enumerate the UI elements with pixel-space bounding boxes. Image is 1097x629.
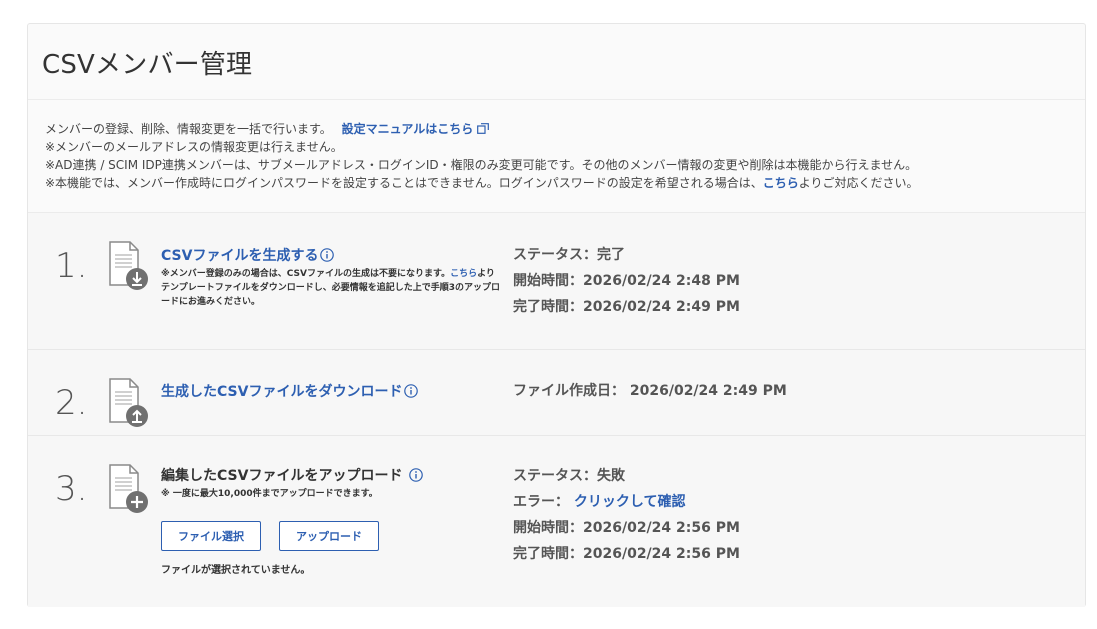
step-body: 生成したCSVファイルをダウンロード [161, 381, 501, 401]
intro-line-3: ※AD連携 / SCIM IDP連携メンバーは、サブメールアドレス・ログインID… [45, 158, 918, 172]
info-icon[interactable] [409, 468, 424, 482]
step-number: 2. [55, 383, 88, 423]
intro-line-1: メンバーの登録、削除、情報変更を一括で行います。 設定マニュアルはこちら [45, 120, 1085, 138]
step-1: 1. CSVファイルを生成する ※メンバー登録のみの場合は、CSVファイルの生成… [28, 213, 1085, 350]
error-line: エラー： クリックして確認 [513, 494, 686, 510]
start-time: 開始時間：2026/02/24 2:48 PM [513, 273, 740, 289]
step-3: 3. 編集したCSVファイルをアップロード ※ 一度に最大10,000件までアッ… [28, 436, 1085, 607]
step-body: CSVファイルを生成する ※メンバー登録のみの場合は、CSVファイルの生成は不要… [161, 245, 501, 309]
file-created-date: ファイル作成日： 2026/02/24 2:49 PM [513, 383, 787, 399]
step-2: 2. 生成したCSVファイルをダウンロード ファイル作成日： 2026/02/2… [28, 350, 1085, 436]
csv-member-panel: CSVメンバー管理 メンバーの登録、削除、情報変更を一括で行います。 設定マニュ… [27, 23, 1086, 607]
download-csv-link[interactable]: 生成したCSVファイルをダウンロード [161, 381, 501, 401]
panel-header: CSVメンバー管理 [28, 24, 1085, 100]
upload-limit-note: ※ 一度に最大10,000件までアップロードできます。 [161, 489, 378, 499]
upload-buttons: ファイル選択 アップロード [161, 521, 501, 551]
file-upload-icon [109, 378, 148, 427]
generate-csv-link[interactable]: CSVファイルを生成する [161, 245, 501, 265]
manual-link[interactable]: 設定マニュアルはこちら [342, 122, 490, 136]
step-number: 1. [55, 246, 88, 286]
intro-line-2: ※メンバーのメールアドレスの情報変更は行えません。 [45, 140, 343, 154]
intro-text: メンバーの登録、削除、情報変更を一括で行います。 設定マニュアルはこちら ※メン… [28, 100, 1085, 192]
upload-button[interactable]: アップロード [279, 521, 379, 551]
intro-line-4: ※本機能では、メンバー作成時にログインパスワードを設定することはできません。ログ… [45, 176, 919, 190]
file-status-text: ファイルが選択されていません。 [161, 565, 311, 576]
step-status: ステータス：失敗 エラー： クリックして確認 開始時間：2026/02/24 2… [513, 463, 740, 567]
upload-csv-title: 編集したCSVファイルをアップロード [161, 465, 501, 485]
step-body: 編集したCSVファイルをアップロード ※ 一度に最大10,000件までアップロー… [161, 465, 501, 576]
end-time: 完了時間：2026/02/24 2:56 PM [513, 546, 740, 562]
external-link-icon [477, 123, 490, 134]
template-download-link[interactable]: こちら [450, 269, 477, 279]
step-note: ※メンバー登録のみの場合は、CSVファイルの生成は不要になります。こちらよりテン… [161, 269, 500, 307]
end-time: 完了時間：2026/02/24 2:49 PM [513, 299, 740, 315]
file-select-button[interactable]: ファイル選択 [161, 521, 261, 551]
start-time: 開始時間：2026/02/24 2:56 PM [513, 520, 740, 536]
step-status: ステータス：完了 開始時間：2026/02/24 2:48 PM 完了時間：20… [513, 242, 740, 320]
file-add-icon [109, 464, 148, 513]
file-download-icon [109, 241, 148, 290]
steps-list: 1. CSVファイルを生成する ※メンバー登録のみの場合は、CSVファイルの生成… [28, 212, 1085, 607]
step-number: 3. [55, 469, 88, 509]
status-line: ステータス：完了 [513, 247, 625, 263]
info-icon[interactable] [320, 248, 335, 262]
info-icon[interactable] [404, 384, 419, 398]
error-details-link[interactable]: クリックして確認 [574, 494, 686, 510]
page-title: CSVメンバー管理 [42, 50, 253, 80]
status-line: ステータス：失敗 [513, 468, 625, 484]
step-status: ファイル作成日： 2026/02/24 2:49 PM [513, 378, 787, 404]
password-setting-link[interactable]: こちら [763, 176, 799, 190]
